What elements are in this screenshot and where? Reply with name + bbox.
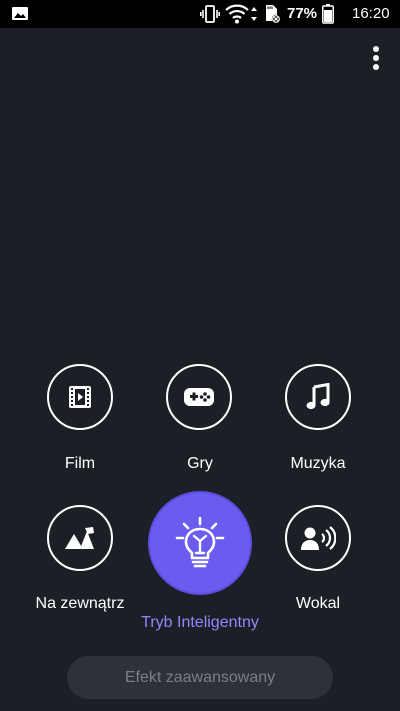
- advanced-effect-button[interactable]: Efekt zaawansowany: [67, 656, 333, 699]
- mode-vocal-label: Wokal: [295, 595, 341, 612]
- mode-games-button[interactable]: [166, 364, 232, 430]
- outdoor-icon: [65, 527, 94, 549]
- mode-smart-label: Tryb Inteligentny: [141, 614, 259, 631]
- mode-vocal-button[interactable]: [285, 505, 351, 571]
- gamepad-icon: [184, 388, 214, 406]
- lightbulb-icon: [175, 516, 225, 568]
- data-transfer-icon: [251, 7, 257, 21]
- mode-outdoor-label: Na zewnątrz: [35, 595, 125, 612]
- mode-smart-button[interactable]: [150, 493, 250, 593]
- image-icon: [12, 7, 28, 20]
- sd-card-icon: [266, 5, 281, 24]
- status-time: 16:20: [352, 5, 390, 22]
- mode-music-label: Muzyka: [290, 455, 346, 472]
- music-note-icon: [306, 383, 330, 410]
- vocal-icon: [301, 526, 336, 550]
- mode-games-label: Gry: [187, 455, 213, 472]
- mode-film-label: Film: [64, 455, 96, 472]
- battery-icon: [322, 4, 334, 24]
- mode-film-button[interactable]: [47, 364, 113, 430]
- film-icon: [69, 386, 91, 408]
- mode-music-button[interactable]: [285, 364, 351, 430]
- more-options-button[interactable]: [364, 44, 388, 72]
- status-bar: 77% 16:20: [0, 0, 400, 28]
- wifi-icon: [225, 4, 249, 24]
- battery-percentage: 77%: [287, 5, 318, 22]
- mode-outdoor-button[interactable]: [47, 505, 113, 571]
- vibrate-icon: [200, 5, 220, 23]
